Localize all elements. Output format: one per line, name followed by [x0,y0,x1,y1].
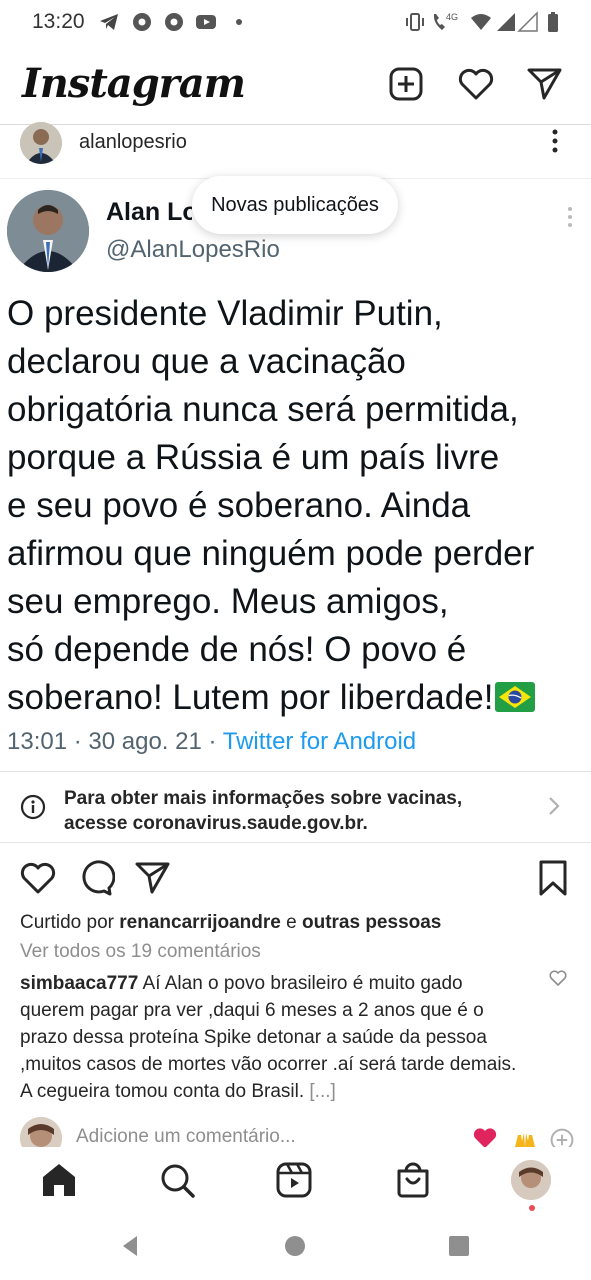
comment-icon[interactable] [75,858,115,898]
brazil-flag-icon [495,682,536,712]
liked-by-others[interactable]: outras pessoas [302,912,441,933]
recents-icon[interactable] [447,1234,471,1258]
instagram-logo: Instagram [22,60,246,107]
profile-avatar[interactable] [511,1160,551,1200]
tweet-date: 30 ago. 21 [88,728,202,755]
like-icon[interactable] [18,858,58,898]
status-bar: 13:20 4G [0,0,591,44]
chevron-right-icon[interactable] [546,796,562,816]
signal-icon [497,13,515,31]
tweet-author-name: Alan Lopes [106,198,192,226]
network-type: 4G [446,12,459,22]
chrome-icon [165,13,183,31]
post-author-avatar[interactable] [20,122,62,164]
battery-icon [548,12,558,32]
view-all-comments-link[interactable]: Ver todos os 19 comentários [20,941,261,963]
tweet-meta: 13:01 · 30 ago. 21 · Twitter for Android [7,728,417,755]
tweet-more-icon [568,207,572,227]
new-posts-toast[interactable]: Novas publicações [192,176,398,234]
vaccine-info-text[interactable]: Para obter mais informações sobre vacina… [64,786,534,836]
comment-more-link[interactable]: [...] [304,1081,335,1102]
add-comment-input[interactable]: Adicione um comentário... [76,1126,296,1148]
activity-heart-icon[interactable] [456,64,496,104]
tweet-time: 13:01 [7,728,68,755]
comment-username[interactable]: simbaaca777 [20,973,138,994]
wifi-icon [471,14,491,30]
vibrate-icon [406,13,424,31]
tweet-author-avatar [7,190,89,272]
info-icon [20,794,46,820]
tweet-text: O presidente Vladimir Putin, declarou qu… [7,290,591,722]
share-icon[interactable] [132,858,172,898]
status-time: 13:20 [32,10,85,33]
tweet-author-handle: @AlanLopesRio [106,236,280,263]
profile-notification-dot [529,1205,535,1211]
post-options-icon[interactable] [548,128,562,154]
post-username[interactable]: alanlopesrio [79,131,187,154]
direct-message-icon[interactable] [524,64,564,104]
dot-icon [236,19,242,25]
youtube-icon [196,15,216,29]
new-post-icon[interactable] [386,64,426,104]
divider [0,124,591,125]
liked-by[interactable]: Curtido por renancarrijoandre e outras p… [20,912,441,934]
home-icon[interactable] [38,1159,80,1201]
comment-like-icon[interactable] [548,969,568,987]
reels-icon[interactable] [273,1159,315,1201]
home-circle-icon[interactable] [283,1234,307,1258]
back-icon[interactable] [119,1234,143,1258]
telegram-icon [100,14,118,30]
liked-by-user[interactable]: renancarrijoandre [119,912,281,933]
signal-empty-icon [517,11,538,32]
shop-icon[interactable] [392,1159,434,1201]
tweet-source: Twitter for Android [222,728,417,755]
tweet-text-body: O presidente Vladimir Putin, declarou qu… [7,294,535,717]
chrome-icon [133,13,151,31]
save-bookmark-icon[interactable] [533,858,573,898]
comment: simbaaca777 Aí Alan o povo brasileiro é … [20,970,520,1105]
search-icon[interactable] [156,1159,198,1201]
